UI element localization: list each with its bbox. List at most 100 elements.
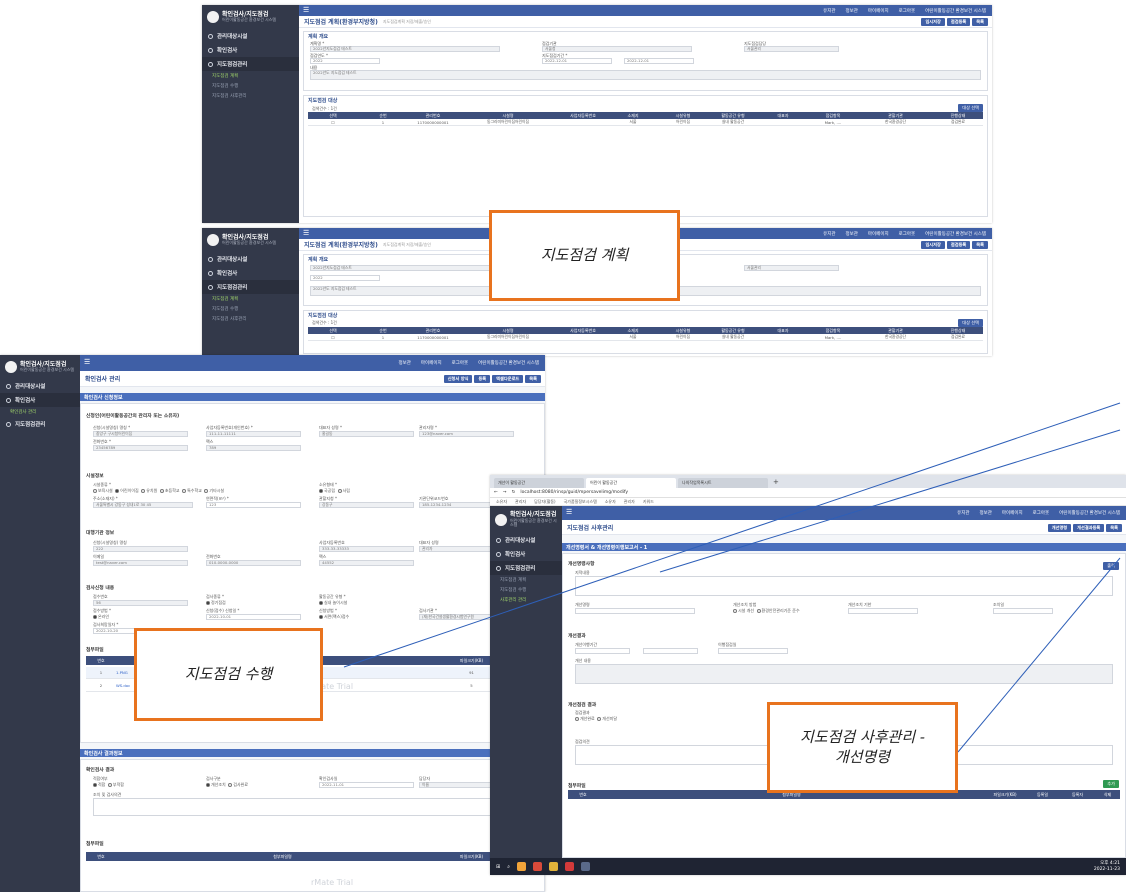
action-date-field[interactable] xyxy=(993,608,1053,614)
topbar-mypage[interactable]: 마이페이지 xyxy=(868,8,889,14)
chrome-icon[interactable] xyxy=(517,862,527,871)
browser-tab[interactable]: 나의작업목록시트 xyxy=(678,478,768,488)
receipt-method-radio[interactable]: 온라인 xyxy=(93,614,109,620)
facility-name-field[interactable]: 중앙구 구시청어린이집 xyxy=(93,431,188,437)
period-start-field[interactable]: 2022-12-01 xyxy=(542,58,612,64)
suitability-radios[interactable]: 적합 부적합 xyxy=(93,782,124,788)
menu-icon[interactable]: ☰ xyxy=(303,7,309,14)
topbar-user-name[interactable]: 정보관 xyxy=(845,8,857,14)
agency-field[interactable]: 서울청 xyxy=(542,46,692,52)
topbar-mypage[interactable]: 마이페이지 xyxy=(868,231,889,237)
nav-item-guidance[interactable]: 지도점검관리 xyxy=(202,57,299,71)
app-icon[interactable] xyxy=(533,862,543,871)
nav-item-inspection[interactable]: 확인검사 xyxy=(202,43,299,57)
windows-start-icon[interactable]: ⊞ xyxy=(496,864,500,870)
apply-date-field[interactable]: 2022-10-01 xyxy=(206,614,301,620)
order-content-textarea[interactable] xyxy=(575,576,1113,596)
nav-item-inspection[interactable]: 확인검사 xyxy=(202,266,299,280)
app-icon[interactable] xyxy=(581,862,591,871)
bookmark-item[interactable]: 국가품질정보시스템 xyxy=(564,499,597,505)
nav-sub-plan[interactable]: 지도점검 계획 xyxy=(202,71,299,81)
plan-content-field[interactable]: 2022년도 지도점검 테스트 xyxy=(310,70,981,80)
result-type-radios[interactable]: 개선조치 검사완료 xyxy=(206,782,248,788)
topbar-user-link[interactable]: 유지관 xyxy=(823,231,835,237)
inspection-date-field[interactable]: 2022-11-01 xyxy=(319,782,414,788)
nav-item-facilities[interactable]: 관리대상시설 xyxy=(202,252,299,266)
list-button[interactable]: 목록 xyxy=(972,18,988,26)
register-button[interactable]: 등록 xyxy=(474,375,491,383)
form-template-button[interactable]: 신청서 양식 xyxy=(443,375,473,383)
bookmark-item[interactable]: 관리자 xyxy=(515,499,526,505)
representative-field[interactable]: 홍길동 xyxy=(319,431,414,437)
agency-name-field[interactable]: 222 xyxy=(93,546,188,552)
opinion-textarea[interactable] xyxy=(93,798,532,816)
register-button[interactable]: 점검등록 xyxy=(946,18,971,26)
ownership-radios[interactable]: 국공립 사립 xyxy=(319,488,350,494)
new-tab-icon[interactable]: + xyxy=(770,478,782,488)
topbar-user-name[interactable]: 정보관 xyxy=(398,360,410,366)
register-button[interactable]: 점검등록 xyxy=(946,241,971,249)
check-result-radios[interactable]: 개선완료 개선미달 xyxy=(575,716,617,722)
space-type-radio[interactable]: 실내 놀이시설 xyxy=(319,600,347,606)
topbar-logout[interactable]: 로그아웃 xyxy=(1033,510,1050,516)
nav-sub-perform[interactable]: 지도점검 수행 xyxy=(490,585,562,595)
topbar-user-name[interactable]: 정보관 xyxy=(845,231,857,237)
agency-biz-field[interactable]: 333-33-33333 xyxy=(319,546,414,552)
agency-phone-field[interactable]: 010-0000-0000 xyxy=(206,560,301,566)
nav-sub-plan[interactable]: 지도점검 계획 xyxy=(490,575,562,585)
print-button[interactable]: 출력 xyxy=(1103,562,1119,570)
back-icon[interactable]: ← xyxy=(494,490,498,495)
topbar-logout[interactable]: 로그아웃 xyxy=(899,231,916,237)
browser-tab-active[interactable]: 어린이 활동공간 xyxy=(586,478,676,488)
manager-field[interactable]: 123@naver.com xyxy=(419,431,514,437)
nav-sub-followup[interactable]: 사후관리 관리 xyxy=(490,595,562,605)
nav-item-guidance[interactable]: 지도점검관리 xyxy=(490,561,562,576)
improvement-order-button[interactable]: 개선명령 xyxy=(1047,524,1072,532)
period-end-field[interactable]: 2022-12-01 xyxy=(624,58,694,64)
fax-field[interactable]: 789 xyxy=(206,445,301,451)
folder-icon[interactable] xyxy=(549,862,559,871)
url-text[interactable]: localhost:8080/rinsp/guid/mpersavelimg/m… xyxy=(520,490,628,495)
topbar-user-link[interactable]: 유지관 xyxy=(823,8,835,14)
topbar-logout[interactable]: 로그아웃 xyxy=(452,360,469,366)
row-checkbox[interactable]: ☐ xyxy=(308,120,358,125)
nav-item-facilities[interactable]: 관리대상시설 xyxy=(0,379,80,393)
agency-email-field[interactable]: test@naver.com xyxy=(93,560,188,566)
nav-item-inspection[interactable]: 확인검사 xyxy=(490,547,562,561)
bookmark-item[interactable]: 소유자 xyxy=(605,499,616,505)
facility-type-radios[interactable]: 보육시설 어린이이집 유치원 초등학교 특수학교 기타시설 xyxy=(93,488,224,494)
bookmark-item[interactable]: 소유자 xyxy=(496,499,507,505)
address-field[interactable]: 서울특별시 강동구 성내1로 30 45 xyxy=(93,502,193,508)
excel-download-button[interactable]: 엑셀다운로드 xyxy=(492,375,524,383)
app-icon[interactable] xyxy=(565,862,575,871)
bookmark-item[interactable]: 키워드 xyxy=(643,499,654,505)
biz-number-field[interactable]: 111-11-11111 xyxy=(206,431,301,437)
nav-sub-plan[interactable]: 지도점검 계획 xyxy=(202,294,299,304)
topbar-mypage[interactable]: 마이페이지 xyxy=(1002,510,1023,516)
apply-method-radio[interactable]: 서면(팩스)접수 xyxy=(319,614,349,620)
period-end-field[interactable] xyxy=(643,648,698,654)
plan-name-field[interactable]: 2022년지도점검 테스트 xyxy=(310,46,500,52)
add-file-button[interactable]: 추가 xyxy=(1103,780,1119,788)
forward-icon[interactable]: → xyxy=(503,490,507,495)
nav-item-facilities[interactable]: 관리대상시설 xyxy=(490,533,562,547)
order-method-radios[interactable]: 시설 개선 환경안전관리기준 준수 xyxy=(733,608,800,614)
select-target-button[interactable]: 대상 선택 xyxy=(958,319,983,327)
topbar-user-name[interactable]: 정보관 xyxy=(979,510,991,516)
plan-year-field[interactable]: 2022 xyxy=(310,275,380,281)
nav-sub-followup[interactable]: 지도점검 사후관리 xyxy=(202,314,299,324)
nav-sub-perform[interactable]: 지도점검 수행 xyxy=(202,81,299,91)
search-icon[interactable]: ⌕ xyxy=(507,864,510,870)
result-content-textarea[interactable] xyxy=(575,664,1113,684)
list-button[interactable]: 목록 xyxy=(525,375,541,383)
temp-save-button[interactable]: 임시저장 xyxy=(921,241,945,249)
plan-year-field[interactable]: 2022 xyxy=(310,58,380,64)
nav-sub-inspection-manage[interactable]: 확인검사 관리 xyxy=(0,407,80,417)
nav-item-guidance[interactable]: 지도점검관리 xyxy=(202,280,299,294)
topbar-user-link[interactable]: 유지관 xyxy=(957,510,969,516)
nav-item-guidance[interactable]: 지도점검관리 xyxy=(0,417,80,431)
check-date-field[interactable] xyxy=(718,648,788,654)
bookmark-item[interactable]: 관리자 xyxy=(624,499,635,505)
bookmark-item[interactable]: 담당자(활동) xyxy=(534,499,556,505)
table-row[interactable]: ☐ 1 1170000000001 동그라미어린이집어린이집 서울 어린이집 실… xyxy=(308,334,983,341)
